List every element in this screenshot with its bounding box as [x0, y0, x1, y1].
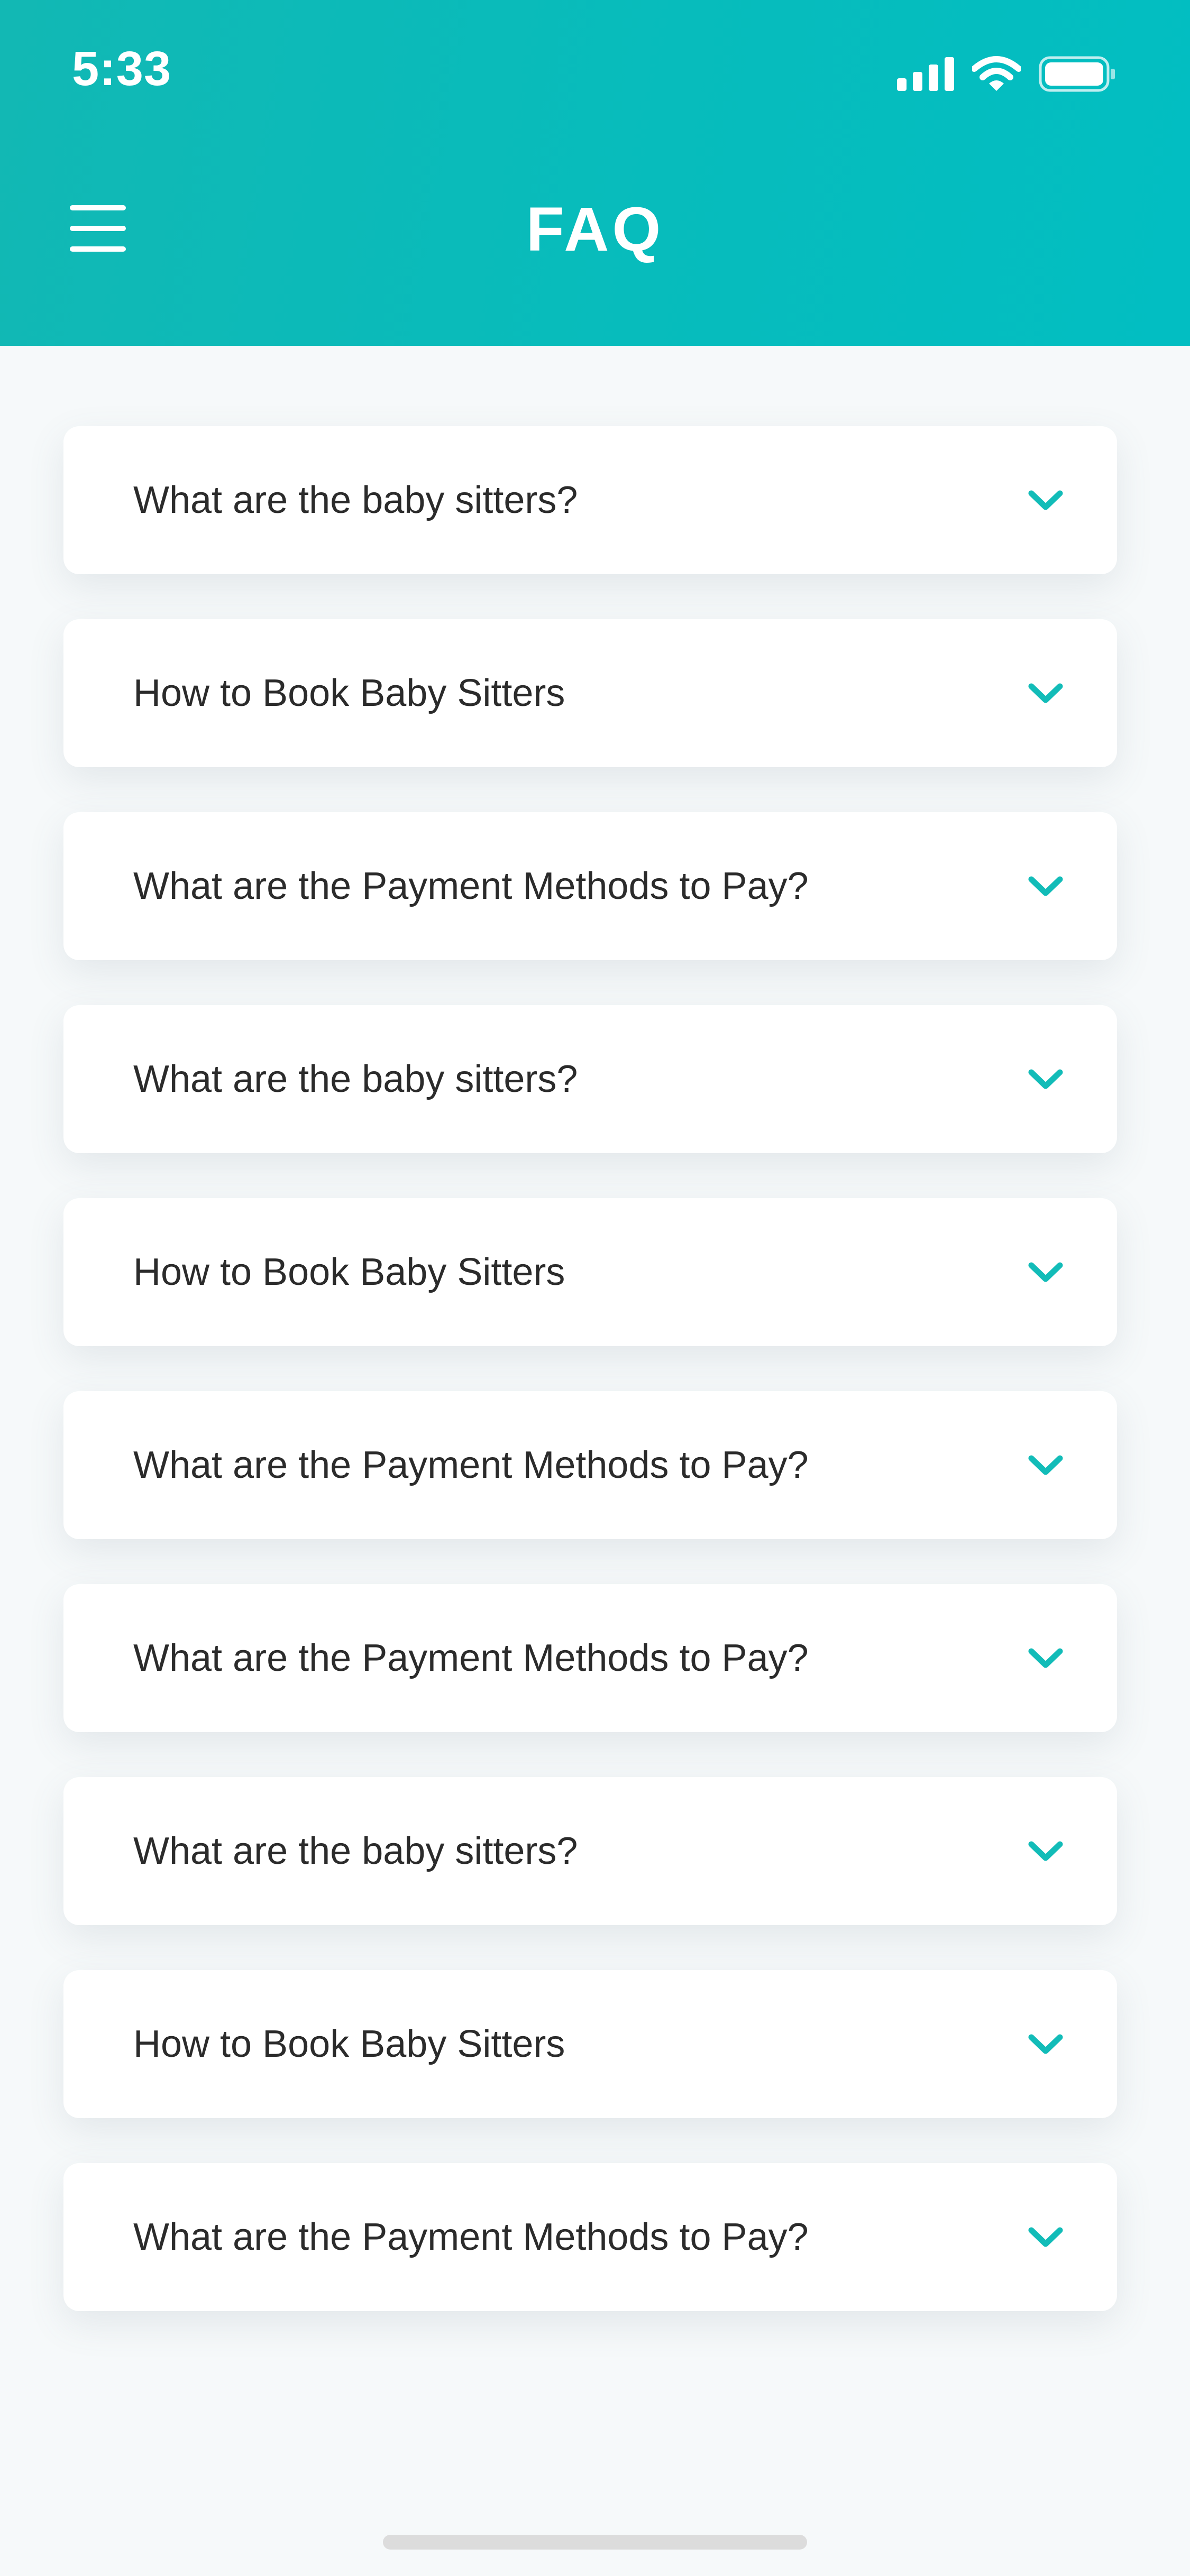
app-header: 5:33 FAQ [0, 0, 1190, 346]
faq-question: What are the Payment Methods to Pay? [133, 865, 809, 907]
faq-question: How to Book Baby Sitters [133, 2023, 565, 2065]
faq-item[interactable]: What are the Payment Methods to Pay? [63, 1584, 1117, 1732]
faq-item[interactable]: What are the Payment Methods to Pay? [63, 1391, 1117, 1539]
faq-question: What are the baby sitters? [133, 479, 578, 521]
chevron-down-icon [1028, 2227, 1063, 2247]
chevron-down-icon [1028, 2034, 1063, 2054]
faq-question: What are the baby sitters? [133, 1830, 578, 1872]
faq-question: How to Book Baby Sitters [133, 672, 565, 714]
faq-item[interactable]: What are the baby sitters? [63, 426, 1117, 574]
faq-item[interactable]: What are the baby sitters? [63, 1005, 1117, 1153]
faq-item[interactable]: What are the baby sitters? [63, 1777, 1117, 1925]
chevron-down-icon [1028, 1069, 1063, 1089]
chevron-down-icon [1028, 876, 1063, 896]
battery-icon [1039, 56, 1115, 92]
chevron-down-icon [1028, 683, 1063, 703]
faq-question: What are the Payment Methods to Pay? [133, 2216, 809, 2258]
page-title: FAQ [526, 195, 664, 264]
chevron-down-icon [1028, 1841, 1063, 1861]
faq-item[interactable]: How to Book Baby Sitters [63, 1198, 1117, 1346]
faq-item[interactable]: How to Book Baby Sitters [63, 619, 1117, 767]
status-time: 5:33 [72, 42, 172, 96]
faq-item[interactable]: What are the Payment Methods to Pay? [63, 812, 1117, 960]
chevron-down-icon [1028, 1262, 1063, 1282]
faq-list: What are the baby sitters? How to Book B… [63, 426, 1117, 2356]
home-indicator[interactable] [383, 2535, 807, 2550]
signal-icon [897, 57, 954, 91]
faq-question: What are the Payment Methods to Pay? [133, 1637, 809, 1679]
status-icons [897, 53, 1116, 95]
faq-item[interactable]: How to Book Baby Sitters [63, 1970, 1117, 2118]
chevron-down-icon [1028, 1455, 1063, 1475]
faq-item[interactable]: What are the Payment Methods to Pay? [63, 2163, 1117, 2311]
wifi-icon [972, 56, 1021, 91]
faq-question: What are the baby sitters? [133, 1058, 578, 1100]
chevron-down-icon [1028, 490, 1063, 510]
faq-question: How to Book Baby Sitters [133, 1251, 565, 1293]
chevron-down-icon [1028, 1648, 1063, 1668]
faq-question: What are the Payment Methods to Pay? [133, 1444, 809, 1486]
